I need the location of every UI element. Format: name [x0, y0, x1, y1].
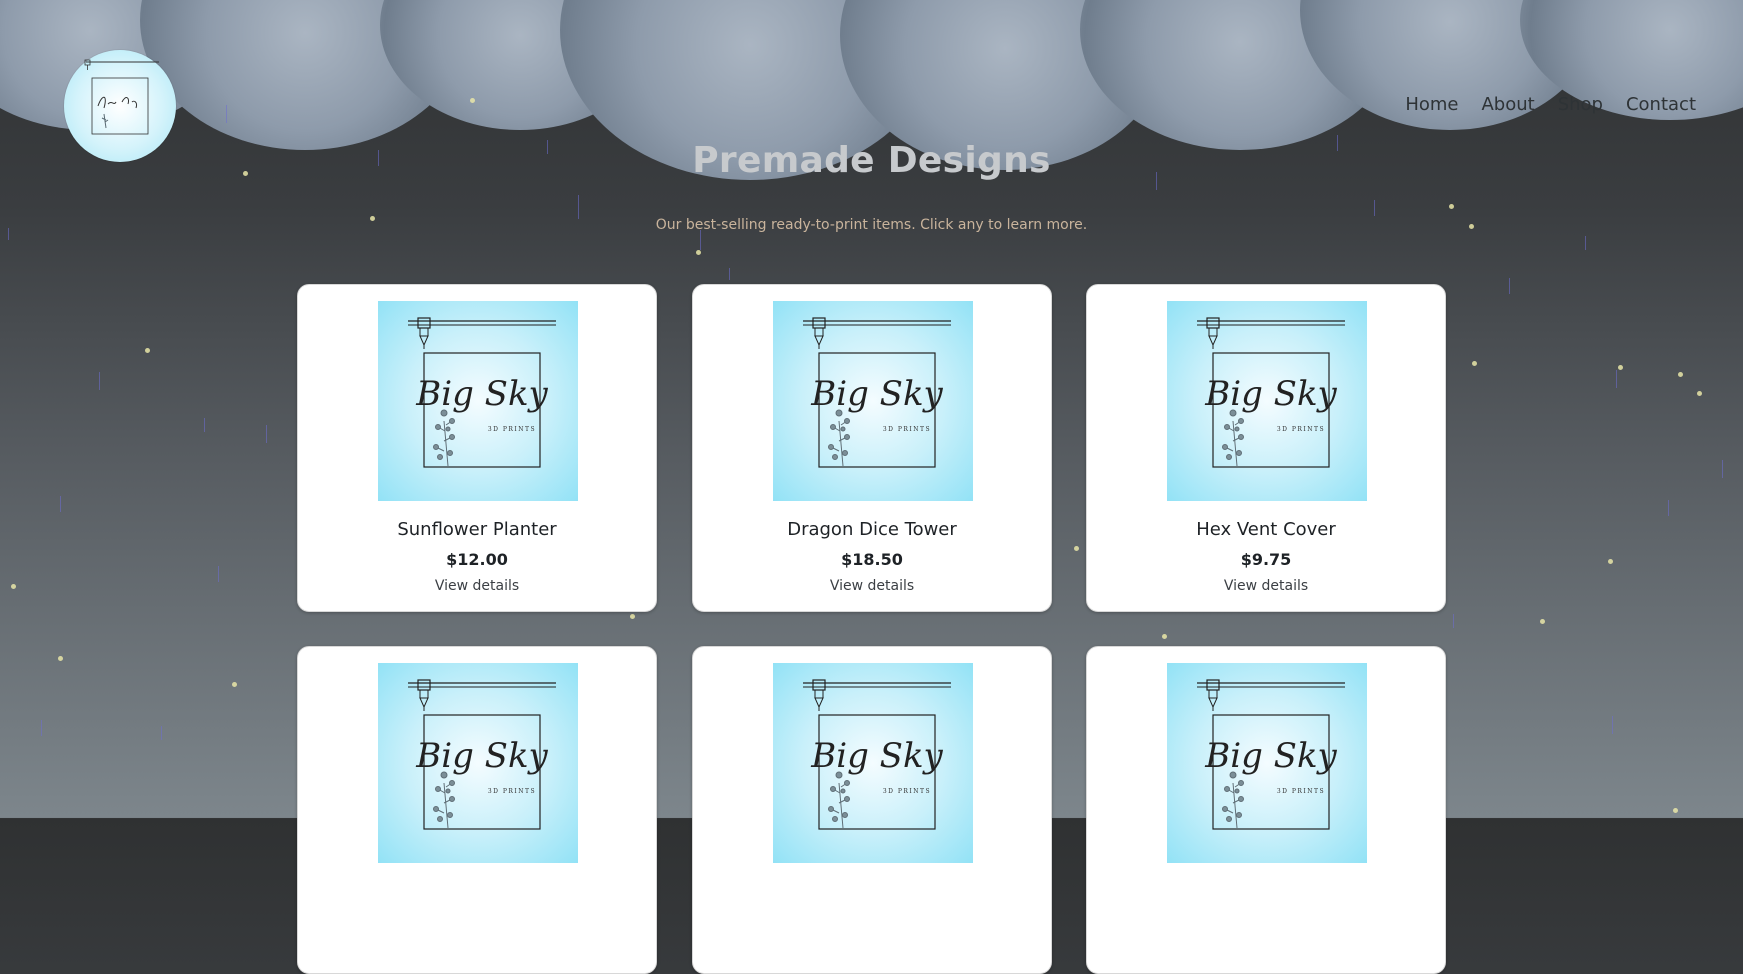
product-card[interactable]: Big Sky 3D PRINTS: [692, 646, 1052, 974]
product-thumbnail[interactable]: Big Sky 3D PRINTS: [1167, 301, 1367, 501]
big-sky-logo-icon: Big Sky 3D PRINTS: [803, 679, 951, 830]
big-sky-logo-icon: Big Sky 3D PRINTS: [408, 317, 556, 468]
product-card[interactable]: Big Sky 3D PRINTS: [297, 646, 657, 974]
thumbnail-brand: Big Sky: [1204, 736, 1337, 776]
product-price: $12.00: [446, 550, 508, 569]
view-details-link[interactable]: View details: [1087, 578, 1445, 594]
product-thumbnail[interactable]: Big Sky 3D PRINTS: [378, 663, 578, 863]
nav-about[interactable]: About: [1481, 94, 1534, 115]
thumbnail-tagline: 3D PRINTS: [883, 426, 931, 433]
product-thumbnail[interactable]: Big Sky 3D PRINTS: [378, 301, 578, 501]
product-price: $18.50: [841, 550, 903, 569]
product-card[interactable]: Big Sky 3D PRINTS Dragon Dice Tower $18.5…: [692, 284, 1052, 612]
nav-contact[interactable]: Contact: [1626, 94, 1696, 115]
big-sky-logo-icon: Big Sky 3D PRINTS: [1197, 679, 1345, 830]
product-card[interactable]: Big Sky 3D PRINTS Sunflower Planter $12.0…: [297, 284, 657, 612]
main-nav: Home About Shop Contact: [1405, 94, 1696, 115]
page-subtitle: Our best-selling ready-to-print items. C…: [655, 217, 1088, 233]
thumbnail-brand: Big Sky: [415, 736, 548, 776]
product-price: $9.75: [1240, 550, 1292, 569]
product-card[interactable]: Big Sky 3D PRINTS Hex Vent Cover $9.75 Vie…: [1086, 284, 1446, 612]
product-name: Sunflower Planter: [397, 519, 557, 540]
thumbnail-brand: Big Sky: [415, 374, 548, 414]
page-title: Premade Designs: [692, 140, 1051, 181]
product-thumbnail[interactable]: Big Sky 3D PRINTS: [773, 663, 973, 863]
thumbnail-tagline: 3D PRINTS: [488, 426, 536, 433]
product-thumbnail[interactable]: Big Sky 3D PRINTS: [1167, 663, 1367, 863]
product-name: Dragon Dice Tower: [787, 519, 957, 540]
nav-shop[interactable]: Shop: [1558, 94, 1603, 115]
product-thumbnail[interactable]: Big Sky 3D PRINTS: [773, 301, 973, 501]
thumbnail-brand: Big Sky: [810, 736, 943, 776]
product-name: Hex Vent Cover: [1196, 519, 1336, 540]
thumbnail-brand: Big Sky: [810, 374, 943, 414]
big-sky-logo-icon: Big Sky 3D PRINTS: [408, 679, 556, 830]
product-card[interactable]: Big Sky 3D PRINTS: [1086, 646, 1446, 974]
thumbnail-tagline: 3D PRINTS: [883, 788, 931, 795]
thumbnail-tagline: 3D PRINTS: [1277, 426, 1325, 433]
view-details-link[interactable]: View details: [298, 578, 656, 594]
view-details-link[interactable]: View details: [693, 578, 1051, 594]
nav-home[interactable]: Home: [1405, 94, 1458, 115]
big-sky-logo-icon: Big Sky 3D PRINTS: [803, 317, 951, 468]
thumbnail-tagline: 3D PRINTS: [488, 788, 536, 795]
big-sky-logo-icon: Big Sky 3D PRINTS: [1197, 317, 1345, 468]
thumbnail-tagline: 3D PRINTS: [1277, 788, 1325, 795]
thumbnail-brand: Big Sky: [1204, 374, 1337, 414]
